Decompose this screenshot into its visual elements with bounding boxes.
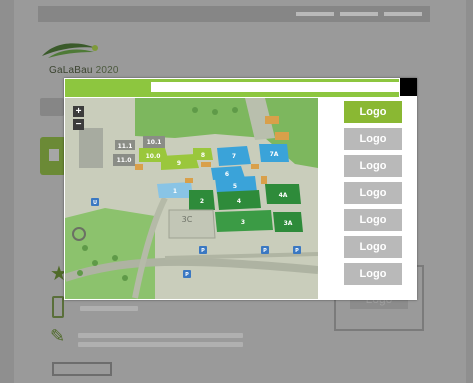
brand-year: 2020 [95, 65, 119, 76]
modal-title [151, 82, 399, 92]
logo-button[interactable]: Logo [344, 155, 402, 177]
hall-map-svg: 10.1 11.1 11.0 10.0 9 8 7 7A 6 5 4 4A 3A… [65, 98, 318, 299]
hall-label: 1 [173, 188, 177, 195]
modal-header [65, 79, 399, 97]
zoom-out-button[interactable]: − [73, 119, 84, 130]
hall-label: 10.1 [147, 139, 162, 146]
top-link[interactable] [384, 12, 422, 16]
hall-label: 5 [233, 183, 237, 190]
logo-button[interactable]: Logo [344, 128, 402, 150]
text-line [78, 333, 243, 338]
svg-text:U: U [93, 200, 97, 206]
hall-label: 4A [279, 192, 288, 199]
svg-text:P: P [295, 248, 299, 254]
hall-label: 4 [237, 198, 241, 205]
top-bar [38, 6, 430, 22]
text-line [78, 342, 243, 347]
section-tile[interactable] [40, 137, 66, 175]
hall-label: 3A [284, 220, 293, 227]
hall-label: 3C [182, 215, 193, 224]
logo-list: Logo Logo Logo Logo Logo Logo Logo [344, 101, 402, 290]
hall-map[interactable]: 10.1 11.1 11.0 10.0 9 8 7 7A 6 5 4 4A 3A… [65, 98, 318, 299]
svg-text:P: P [263, 248, 267, 254]
brand-text: GaLaBau 2020 [49, 65, 119, 76]
leaf-logo-icon [42, 43, 98, 58]
top-link[interactable] [296, 12, 334, 16]
logo-button[interactable]: Logo [344, 263, 402, 285]
close-button[interactable] [400, 78, 417, 96]
brand-name: GaLaBau [49, 65, 93, 76]
ticket-icon: ✎ [50, 326, 66, 346]
top-link[interactable] [340, 12, 378, 16]
logo-button[interactable]: Logo [344, 236, 402, 258]
bottom-button[interactable] [52, 362, 112, 376]
hall-label: 8 [201, 152, 205, 159]
hall-label: 7 [232, 153, 236, 160]
home-nav-button[interactable] [40, 98, 64, 116]
hall-map-modal: 10.1 11.1 11.0 10.0 9 8 7 7A 6 5 4 4A 3A… [64, 78, 417, 300]
brand-logo[interactable]: GaLaBau 2020 [40, 38, 160, 82]
hall-label: 9 [177, 160, 181, 167]
zoom-in-button[interactable]: + [73, 106, 84, 117]
logo-button[interactable]: Logo [344, 209, 402, 231]
hall-label: 7A [270, 151, 279, 158]
hall-label: 11.0 [117, 157, 132, 164]
svg-text:P: P [185, 272, 189, 278]
hall-label: 11.1 [118, 143, 133, 150]
phone-icon [52, 296, 64, 318]
logo-button[interactable]: Logo [344, 182, 402, 204]
svg-text:P: P [201, 248, 205, 254]
text-line [80, 306, 138, 311]
logo-button[interactable]: Logo [344, 101, 402, 123]
hall-label: 2 [200, 198, 204, 205]
hall-label: 10.0 [146, 153, 161, 160]
hall-label: 3 [241, 219, 245, 226]
hall-label: 6 [225, 171, 229, 178]
